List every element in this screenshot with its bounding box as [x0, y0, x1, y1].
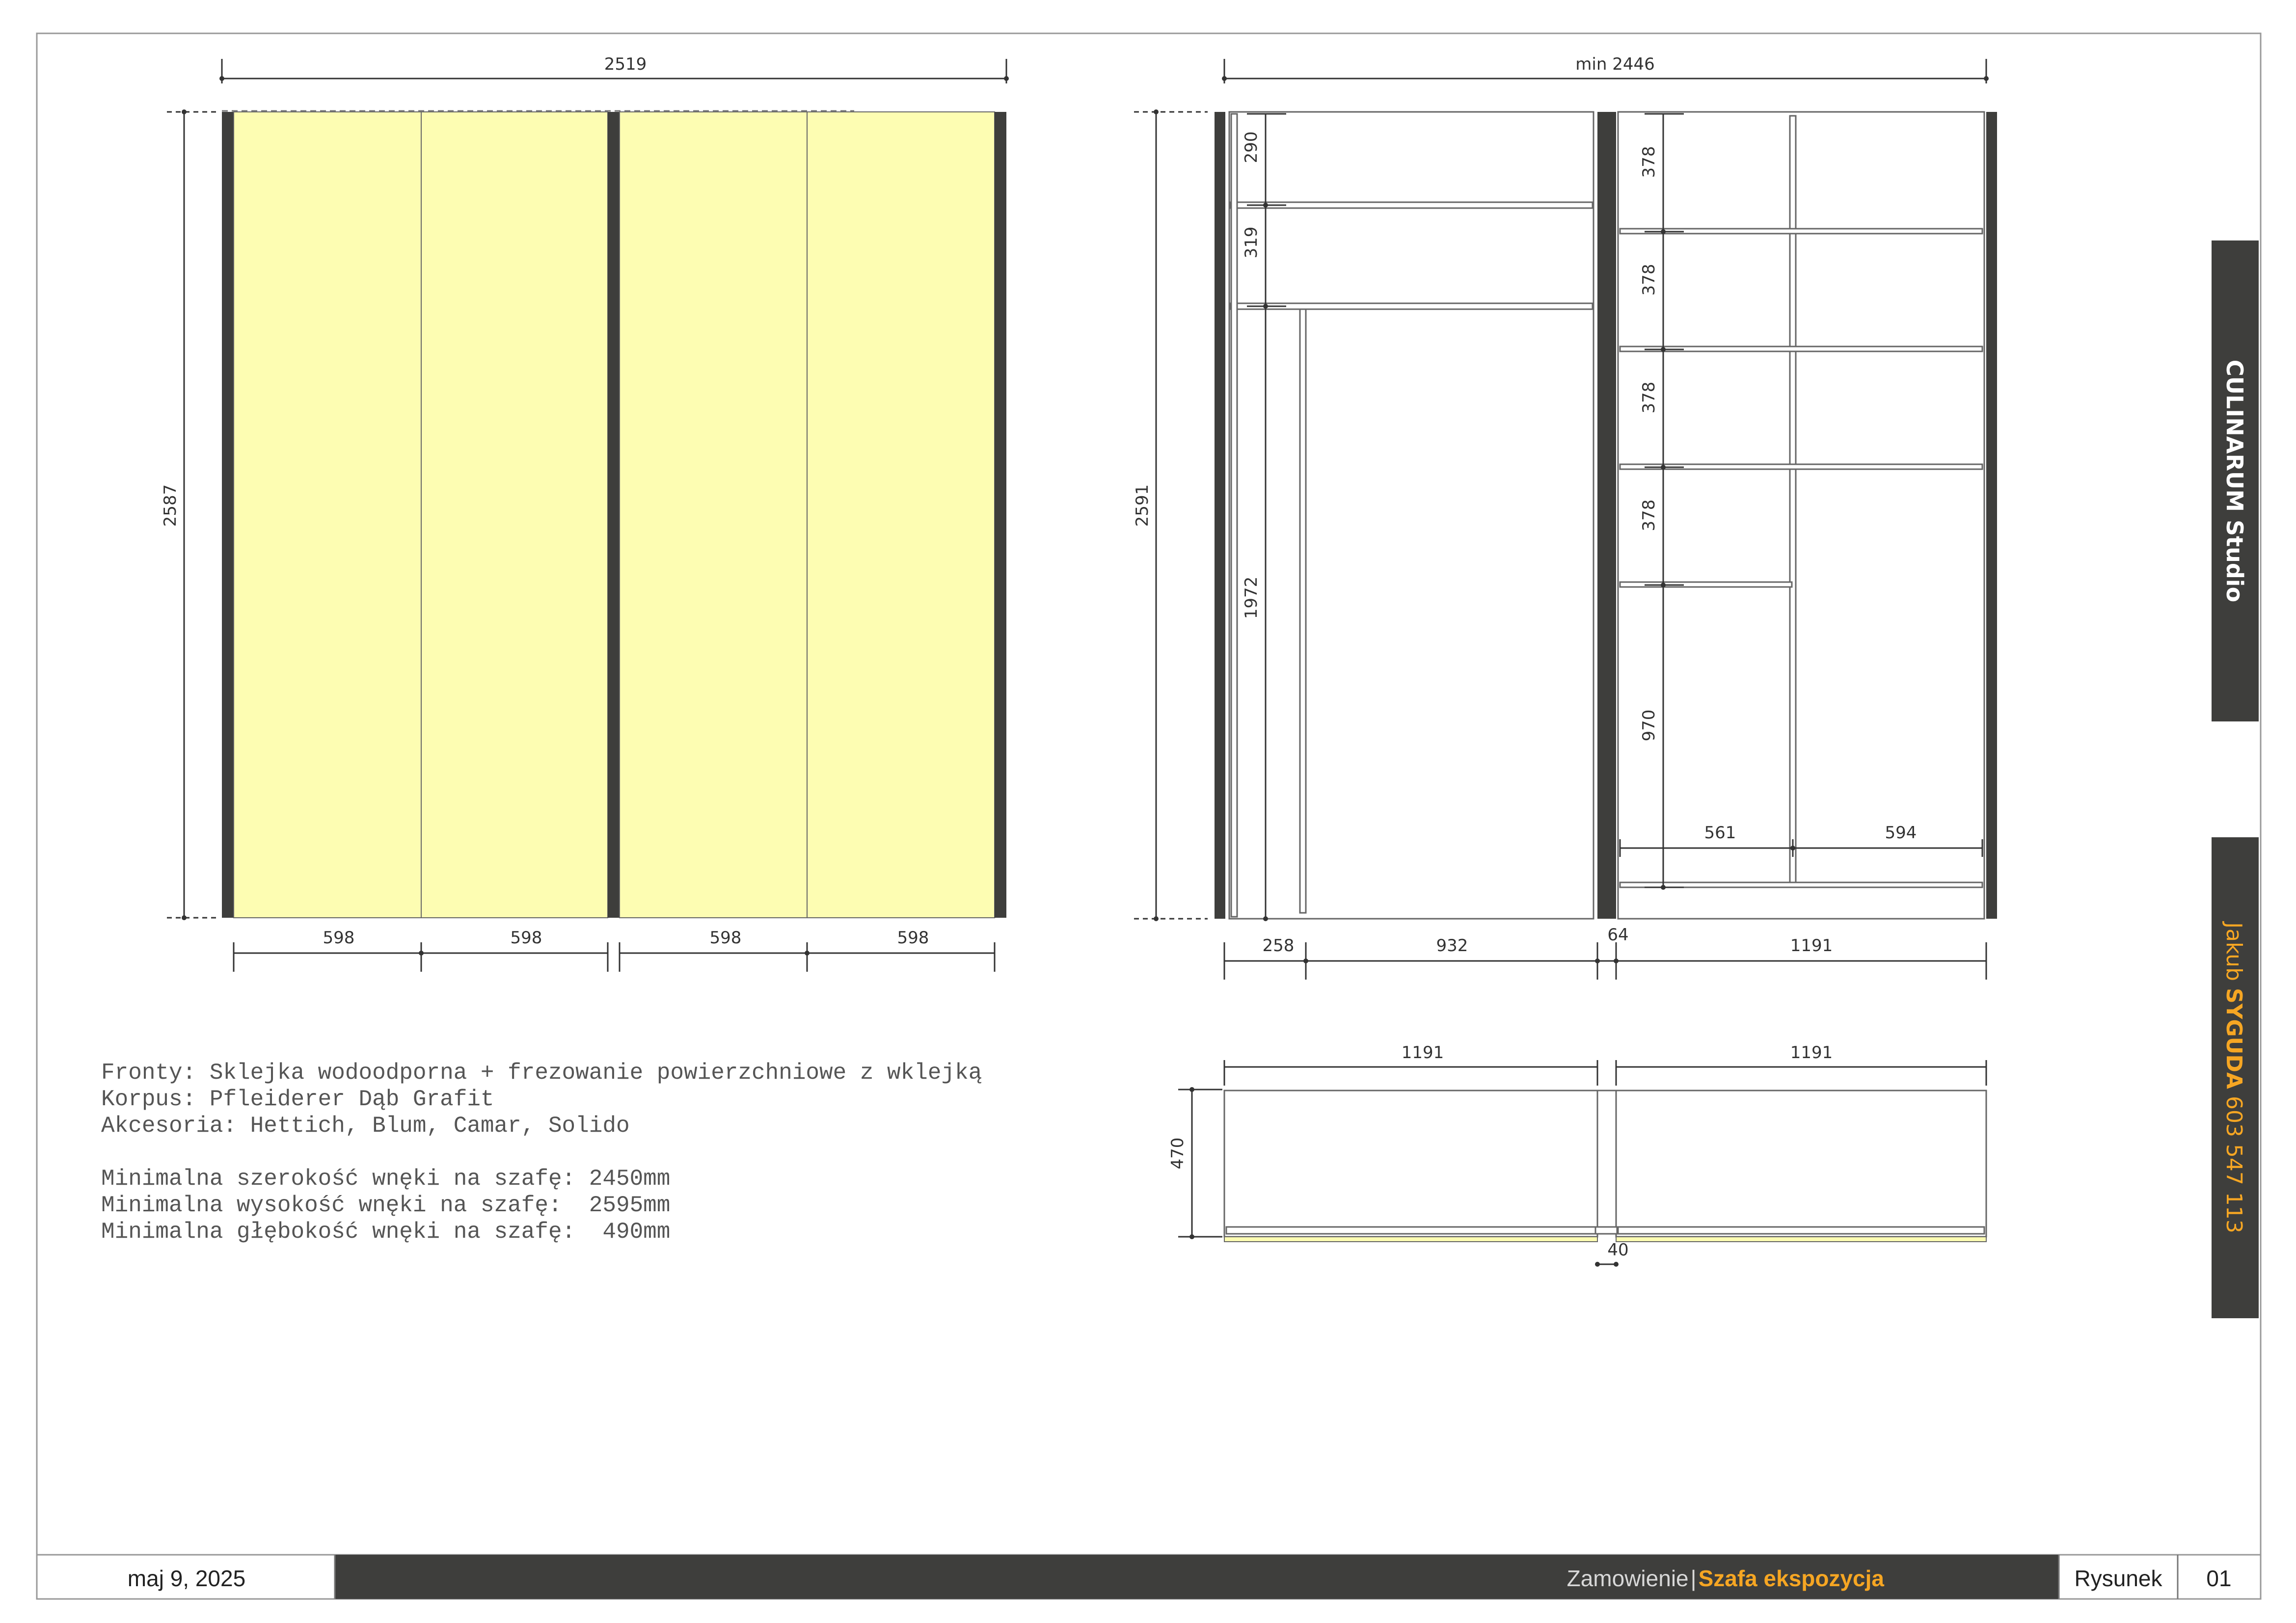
footer-drawing-label: Rysunek — [2075, 1566, 2163, 1591]
plan-right-back — [1617, 1226, 1985, 1235]
left-width-2: 932 — [1436, 936, 1468, 956]
right-height-5: 970 — [1639, 710, 1659, 742]
plan-left-front — [1224, 1236, 1598, 1242]
gap-width: 64 — [1607, 925, 1628, 945]
right-section-width: 1191 — [1790, 936, 1833, 956]
note-fronts: Fronty: Sklejka wodoodporna + frezowanie… — [101, 1060, 982, 1086]
right-height-4: 378 — [1639, 500, 1659, 532]
door-width-3: 598 — [710, 928, 742, 948]
interior-middle-wall — [1597, 112, 1616, 919]
interior-right-wall — [1986, 112, 1997, 919]
plan-middle-base — [1594, 1226, 1618, 1235]
plan-right-front — [1616, 1236, 1987, 1242]
designer-tab: Jakub SYGUDA 603 547 113 — [2212, 837, 2259, 1318]
left-divider — [1299, 308, 1307, 914]
plan-left-box — [1223, 1090, 1598, 1238]
right-post — [995, 112, 1006, 918]
left-section-carcass — [1228, 111, 1594, 920]
plan-width-2: 1191 — [1790, 1043, 1833, 1063]
designer-last-name: SYGUDA — [2221, 988, 2246, 1089]
left-post — [222, 112, 234, 918]
front-door-3 — [619, 111, 808, 918]
studio-name: CULINARUM Studio — [2221, 360, 2248, 602]
front-height-label: 2587 — [161, 484, 180, 527]
note-min-height: Minimalna wysokość wnęki na szafę: 2595m… — [101, 1193, 670, 1218]
plan-gap-label: 40 — [1607, 1240, 1628, 1260]
plan-width-1: 1191 — [1402, 1043, 1444, 1063]
door-width-4: 598 — [897, 928, 929, 948]
note-accessories: Akcesoria: Hettich, Blum, Camar, Solido — [101, 1113, 630, 1139]
plan-depth-label: 470 — [1168, 1138, 1188, 1170]
left-width-1: 258 — [1263, 936, 1295, 956]
footer-order: Zamowienie | Szafa ekspozycja — [1567, 1566, 1885, 1591]
footer-order-label: Zamowienie — [1567, 1566, 1689, 1591]
front-door-2 — [421, 111, 608, 918]
door-width-1: 598 — [323, 928, 355, 948]
interior-view: min 2446 2591 290 319 1972 378 378 378 3… — [1133, 54, 1997, 980]
footer-project-name: Szafa ekspozycja — [1699, 1566, 1885, 1591]
studio-tab: CULINARUM Studio — [2212, 240, 2259, 721]
right-inner-width-2: 594 — [1885, 823, 1917, 843]
right-height-2: 378 — [1639, 264, 1659, 296]
plan-right-box — [1615, 1090, 1987, 1238]
interior-left-wall — [1215, 112, 1225, 919]
note-min-depth: Minimalna głębokość wnęki na szafę: 490m… — [101, 1219, 670, 1245]
designer-first-name: Jakub — [2221, 921, 2246, 981]
footer-drawing-number: 01 — [2206, 1566, 2231, 1591]
front-view: 2519 2587 598 598 598 598 — [161, 54, 1009, 972]
designer-phone: 603 547 113 — [2221, 1096, 2246, 1233]
material-notes: Fronty: Sklejka wodoodporna + frezowanie… — [101, 1060, 982, 1245]
front-door-4 — [807, 111, 995, 918]
footer-separator: | — [1691, 1566, 1697, 1591]
middle-post — [608, 112, 620, 918]
designer-contact: Jakub SYGUDA 603 547 113 — [2221, 921, 2246, 1233]
left-height-3: 1972 — [1242, 577, 1261, 619]
plan-left-back — [1225, 1226, 1596, 1235]
door-width-2: 598 — [511, 928, 542, 948]
footer-date: maj 9, 2025 — [128, 1566, 245, 1591]
title-block: maj 9, 2025 Zamowienie | Szafa ekspozycj… — [36, 1554, 2262, 1600]
technical-drawing-sheet: 2519 2587 598 598 598 598 min 2446 2591 … — [36, 32, 2262, 1600]
interior-height-label: 2591 — [1133, 484, 1152, 527]
left-height-1: 290 — [1242, 132, 1261, 163]
front-width-label: 2519 — [604, 54, 647, 74]
right-inner-width-1: 561 — [1704, 823, 1736, 843]
plan-view: 1191 1191 470 40 — [1168, 1043, 1987, 1267]
plan-middle-post — [1596, 1090, 1617, 1229]
note-min-width: Minimalna szerokość wnęki na szafę: 2450… — [101, 1166, 670, 1192]
left-inner-panel — [1230, 113, 1238, 918]
note-carcass: Korpus: Pfleiderer Dąb Grafit — [101, 1087, 494, 1112]
interior-width-label: min 2446 — [1575, 54, 1654, 74]
front-door-1 — [233, 111, 422, 918]
right-height-3: 378 — [1639, 382, 1659, 414]
right-height-1: 378 — [1639, 146, 1659, 178]
left-height-2: 319 — [1242, 227, 1261, 259]
